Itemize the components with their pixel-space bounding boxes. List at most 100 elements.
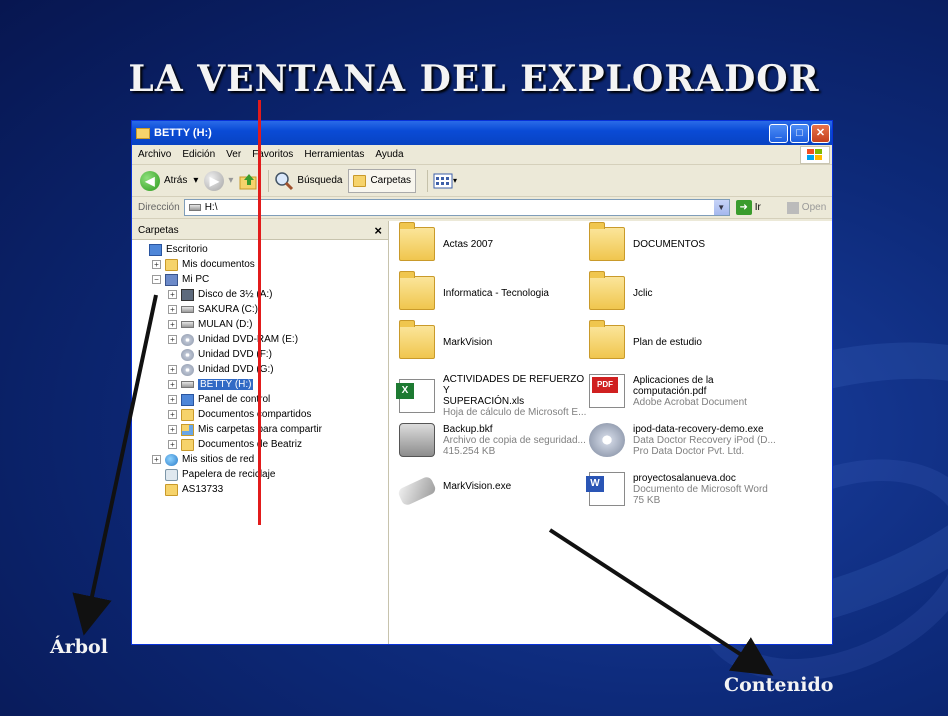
expand-icon[interactable]: + xyxy=(168,335,177,344)
address-bar: Dirección H:\ ▼ ➜ Ir Open xyxy=(132,197,832,219)
expand-icon xyxy=(168,350,177,359)
folder-icon xyxy=(589,320,625,359)
expand-icon[interactable]: + xyxy=(168,380,177,389)
content-item-name: MarkVision xyxy=(443,336,493,348)
desktop-icon xyxy=(149,243,162,256)
content-item[interactable]: Actas 2007 xyxy=(399,222,589,261)
content-item[interactable]: Informatica - Tecnologia xyxy=(399,271,589,310)
tree-item-label: Mis sitios de red xyxy=(182,454,255,465)
windows-logo-icon xyxy=(800,146,830,164)
expand-icon[interactable]: + xyxy=(168,425,177,434)
content-item-info: MarkVision xyxy=(443,337,492,348)
back-dropdown-icon[interactable]: ▾ xyxy=(193,175,198,186)
expand-icon[interactable]: + xyxy=(168,320,177,329)
content-item-detail: Data Doctor Recovery iPod (D... xyxy=(633,434,776,446)
content-item-name: DOCUMENTOS xyxy=(633,238,706,250)
drive-icon xyxy=(188,204,201,211)
minimize-button[interactable]: _ xyxy=(769,123,788,143)
slide-title: LA VENTANA DEL EXPLORADOR xyxy=(128,58,820,100)
content-annotation-label: Contenido xyxy=(724,674,834,696)
search-icon[interactable] xyxy=(274,171,294,191)
menu-ayuda[interactable]: Ayuda xyxy=(375,149,403,160)
close-button[interactable]: ✕ xyxy=(811,123,830,143)
folders-button[interactable]: Carpetas xyxy=(348,168,417,193)
go-arrow-icon[interactable]: ➜ xyxy=(735,200,752,215)
folder-icon xyxy=(589,222,625,261)
tree-item-label: Unidad DVD-RAM (E:) xyxy=(198,334,299,345)
content-item-info: proyectosalanueva.doc Documento de Micros… xyxy=(633,473,768,506)
content-item-name: ipod-data-recovery-demo.exe xyxy=(633,423,764,435)
content-item[interactable]: DOCUMENTOS xyxy=(589,222,779,261)
tree-annotation-label: Árbol xyxy=(50,636,108,658)
expand-icon[interactable]: + xyxy=(168,395,177,404)
content-item-detail: Hoja de cálculo de Microsoft E... xyxy=(443,407,587,418)
installer-icon xyxy=(589,423,625,457)
excel-file-icon: X xyxy=(396,379,435,413)
tree-item-label: Mis documentos xyxy=(182,259,255,270)
cd-icon xyxy=(181,363,194,376)
menu-ver[interactable]: Ver xyxy=(226,149,241,160)
collapse-icon[interactable]: − xyxy=(152,275,161,284)
content-item[interactable]: PDF Aplicaciones de la computación.pdf Adob… xyxy=(589,374,779,408)
folder-icon xyxy=(165,258,178,271)
expand-icon[interactable]: + xyxy=(168,365,177,374)
drive-icon xyxy=(181,306,194,313)
menu-archivo[interactable]: Archivo xyxy=(138,149,171,160)
drive-icon xyxy=(181,381,194,388)
content-item[interactable]: MarkVision.exe xyxy=(396,472,589,507)
up-folder-icon[interactable] xyxy=(239,172,259,190)
tree-item-label: MULAN (D:) xyxy=(198,319,253,330)
network-icon xyxy=(165,453,178,466)
tree-item-label: Mi PC xyxy=(182,274,210,285)
folder-icon xyxy=(165,483,178,496)
expand-icon[interactable]: + xyxy=(168,440,177,449)
expand-icon[interactable]: + xyxy=(152,455,161,464)
pdf-file-icon: PDF xyxy=(589,374,625,408)
maximize-button[interactable]: □ xyxy=(790,123,809,143)
forward-dropdown-icon[interactable]: ▾ xyxy=(228,175,233,186)
address-dropdown-icon[interactable]: ▼ xyxy=(713,200,729,215)
content-item-info: DOCUMENTOS xyxy=(633,239,705,250)
folders-button-label: Carpetas xyxy=(370,175,412,186)
content-item[interactable]: Backup.bkf Archivo de copia de seguridad.… xyxy=(399,423,589,457)
recycle-bin-icon xyxy=(165,468,178,481)
content-item[interactable]: Wproyectosalanueva.doc Documento de Micro… xyxy=(586,472,779,506)
expand-icon[interactable]: + xyxy=(168,305,177,314)
content-item-info: Aplicaciones de la computación.pdf Adobe A… xyxy=(633,375,747,408)
tree-item-label: Disco de 3½ (A:) xyxy=(198,289,273,300)
back-arrow-icon[interactable]: ◀ xyxy=(140,170,160,191)
tree-item-label: Documentos de Beatriz xyxy=(198,439,302,450)
forward-arrow-icon[interactable]: ▶ xyxy=(204,170,225,191)
back-button-label[interactable]: Atrás xyxy=(164,175,187,186)
expand-icon[interactable]: + xyxy=(168,410,177,419)
open-icon xyxy=(786,201,799,214)
content-item-name-cont: SUPERACIÓN.xls xyxy=(443,396,525,407)
content-item-detail: Documento de Microsoft Word xyxy=(633,483,768,495)
folder-icon xyxy=(399,222,435,261)
content-item[interactable]: ipod-data-recovery-demo.exe Data Doctor R… xyxy=(589,423,779,457)
content-item-info: Jclic xyxy=(633,288,652,299)
menu-edicion[interactable]: Edición xyxy=(182,149,215,160)
shared-folder-icon xyxy=(181,423,194,436)
views-icon[interactable]: ▾ xyxy=(433,173,457,189)
open-button[interactable]: Open xyxy=(786,201,826,214)
content-item-info: MarkVision.exe xyxy=(443,481,511,492)
content-item-name-cont: computación.pdf xyxy=(633,385,707,397)
go-button-label[interactable]: Ir xyxy=(755,202,761,213)
close-pane-icon[interactable]: × xyxy=(374,223,382,238)
window-titlebar[interactable]: BETTY (H:) _ □ ✕ xyxy=(132,121,832,145)
content-item[interactable]: MarkVision xyxy=(399,320,589,359)
tree-item-label: Escritorio xyxy=(166,244,208,255)
address-input[interactable]: H:\ ▼ xyxy=(183,199,730,216)
explorer-panes: Carpetas × Escritorio + Mis documentos − Mi … xyxy=(132,221,832,644)
toolbar-separator xyxy=(268,169,270,192)
search-button-label[interactable]: Búsqueda xyxy=(297,175,342,186)
content-item[interactable]: Plan de estudio xyxy=(589,320,779,359)
content-item[interactable]: X ACTIVIDADES DE REFUERZO Y SUPERACIÓN.xls… xyxy=(396,374,589,418)
expand-icon[interactable]: + xyxy=(152,260,161,269)
content-item-name: Informatica - Tecnologia xyxy=(443,287,549,299)
menu-herramientas[interactable]: Herramientas xyxy=(304,149,364,160)
expand-icon[interactable]: + xyxy=(168,290,177,299)
drive-icon xyxy=(181,321,194,328)
content-item[interactable]: Jclic xyxy=(589,271,779,310)
